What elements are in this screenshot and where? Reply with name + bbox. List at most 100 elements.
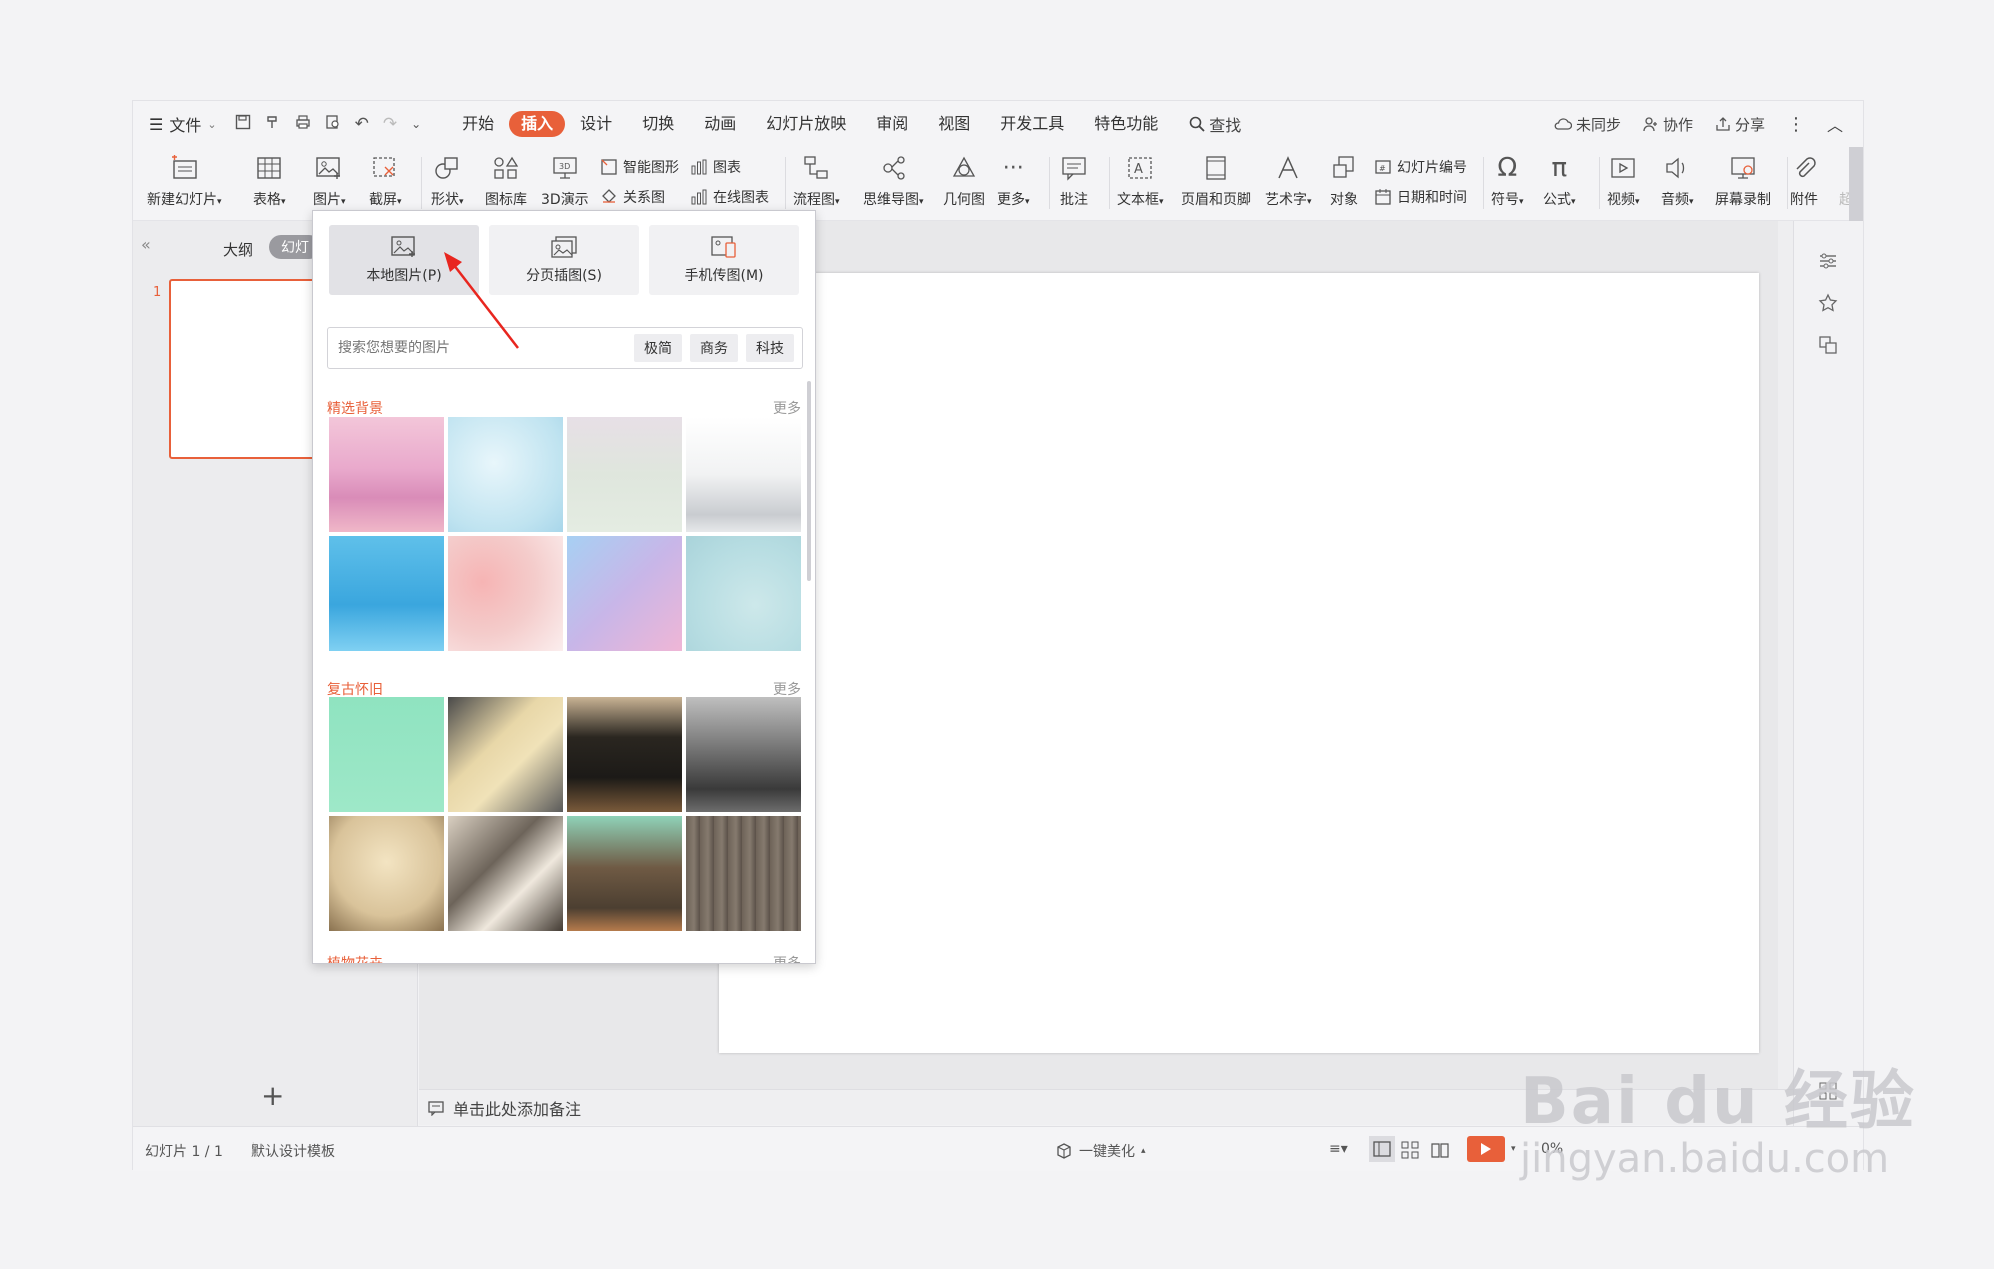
background-thumbnail[interactable] [448,697,563,812]
screenshot-button[interactable]: 截屏▾ [369,153,402,209]
print-icon[interactable] [295,114,311,135]
tab-outline[interactable]: 大纲 [223,239,253,260]
template-label: 默认设计模板 [251,1144,335,1160]
background-thumbnail[interactable] [567,816,682,931]
customize-toolbar-icon[interactable]: ⌄ [411,117,421,131]
formula-button[interactable]: π 公式▾ [1543,153,1576,209]
format-painter-icon[interactable] [265,114,281,135]
video-button[interactable]: 视频▾ [1607,153,1640,209]
sorter-view-icon[interactable] [1401,1141,1419,1159]
normal-view-icon[interactable] [1369,1136,1395,1162]
search-chip-tech[interactable]: 科技 [746,334,794,362]
section-more-plants[interactable]: 更多 [773,953,801,963]
undo-icon[interactable]: ↶ [355,114,369,134]
background-thumbnail[interactable] [448,816,563,931]
audio-button[interactable]: 音频▾ [1661,153,1694,209]
shape-button[interactable]: 形状▾ [431,153,464,209]
editor-scrollbar[interactable] [1778,221,1794,1089]
background-thumbnail[interactable] [686,417,801,532]
star-icon[interactable] [1816,291,1840,315]
share-button[interactable]: 分享 [1715,114,1765,135]
background-thumbnail[interactable] [686,697,801,812]
background-thumbnail[interactable] [329,816,444,931]
redo-icon[interactable]: ↷ [383,114,397,134]
beautify-button[interactable]: 一键美化 ▴ [1055,1141,1146,1161]
file-menu-button[interactable]: ☰ 文件 ⌄ [149,112,217,136]
background-thumbnail[interactable] [567,417,682,532]
3d-demo-button[interactable]: 3D 3D演示 [541,153,589,209]
new-slide-button[interactable]: 新建幻灯片▾ [147,153,222,209]
screen-record-button[interactable]: 屏幕录制 [1715,153,1771,209]
datetime-button[interactable]: 日期和时间 [1373,187,1467,207]
online-chart-button[interactable]: 在线图表 [689,187,769,207]
background-thumbnail[interactable] [448,417,563,532]
background-thumbnail[interactable] [448,536,563,651]
tab-review[interactable]: 审阅 [861,111,923,137]
transform-icon[interactable] [1816,333,1840,357]
tab-developer[interactable]: 开发工具 [985,111,1079,137]
object-button[interactable]: 对象 [1329,153,1359,209]
flowchart-button[interactable]: 流程图▾ [793,153,840,209]
reading-view-icon[interactable] [1431,1141,1449,1159]
tab-design[interactable]: 设计 [565,111,627,137]
notes-toggle-icon[interactable]: ≡▾ [1329,1141,1348,1157]
save-icon[interactable] [235,114,251,135]
background-thumbnail[interactable] [686,536,801,651]
phone-upload-button[interactable]: 手机传图(M) [649,225,799,295]
tab-home[interactable]: 开始 [447,111,509,137]
table-button[interactable]: 表格▾ [253,153,286,209]
chevron-down-icon: ⌄ [207,117,217,131]
collapse-panel-icon[interactable]: « [141,235,151,254]
background-thumbnail[interactable] [329,697,444,812]
textbox-button[interactable]: A 文本框▾ [1117,153,1164,209]
tab-animation[interactable]: 动画 [689,111,751,137]
new-slide-icon [172,155,197,179]
more-options-icon[interactable]: ⋮ [1787,114,1805,135]
smart-art-button[interactable]: 智能图形 [599,157,679,177]
mindmap-button[interactable]: 思维导图▾ [863,153,924,209]
section-more-retro[interactable]: 更多 [773,679,801,699]
header-footer-icon [1206,156,1226,180]
tab-slideshow[interactable]: 幻灯片放映 [751,111,861,137]
add-slide-icon[interactable]: + [261,1079,284,1112]
more-button[interactable]: ··· 更多▾ [997,153,1030,209]
picture-button[interactable]: 图片▾ [307,149,353,217]
popup-scrollbar[interactable] [807,381,811,581]
background-thumbnail[interactable] [567,536,682,651]
search-chip-business[interactable]: 商务 [690,334,738,362]
ribbon-scroll-handle[interactable] [1849,147,1863,221]
tab-features[interactable]: 特色功能 [1079,111,1173,137]
ribbon-separator [1483,157,1484,209]
attachment-button[interactable]: 附件 [1789,153,1819,209]
sync-status-button[interactable]: 未同步 [1554,114,1621,135]
section-more-featured[interactable]: 更多 [773,398,801,418]
tab-insert[interactable]: 插入 [509,111,566,137]
svg-text:A: A [1134,162,1143,177]
template-name[interactable]: 默认设计模板 [251,1141,335,1161]
background-thumbnail[interactable] [329,536,444,651]
tab-transition[interactable]: 切换 [627,111,689,137]
search-chip-minimal[interactable]: 极简 [634,334,682,362]
background-thumbnail[interactable] [567,697,682,812]
collapse-ribbon-icon[interactable]: ︿ [1827,112,1843,136]
header-footer-button[interactable]: 页眉和页脚 [1181,153,1251,209]
chart-button[interactable]: 图表 [689,157,741,177]
slide-number-button[interactable]: # 幻灯片编号 [1373,157,1467,177]
play-slideshow-button[interactable]: ▾ [1467,1136,1516,1162]
geometry-button[interactable]: 几何图 [943,153,985,209]
wordart-button[interactable]: 艺术字▾ [1265,153,1312,209]
search-command[interactable]: 查找 [1189,112,1241,136]
chevron-down-icon: ▾ [1511,1144,1516,1154]
tab-view[interactable]: 视图 [923,111,985,137]
collaborate-button[interactable]: 协作 [1643,114,1693,135]
background-thumbnail[interactable] [686,816,801,931]
wordart-icon [1278,156,1298,179]
icon-library-button[interactable]: 图标库 [485,153,527,209]
relation-chart-button[interactable]: 关系图 [599,187,665,207]
background-thumbnail[interactable] [329,417,444,532]
symbol-button[interactable]: Ω 符号▾ [1491,153,1524,209]
comment-button[interactable]: 批注 [1059,153,1089,209]
properties-icon[interactable] [1816,249,1840,273]
slide-canvas[interactable] [719,273,1759,1053]
print-preview-icon[interactable] [325,114,341,135]
